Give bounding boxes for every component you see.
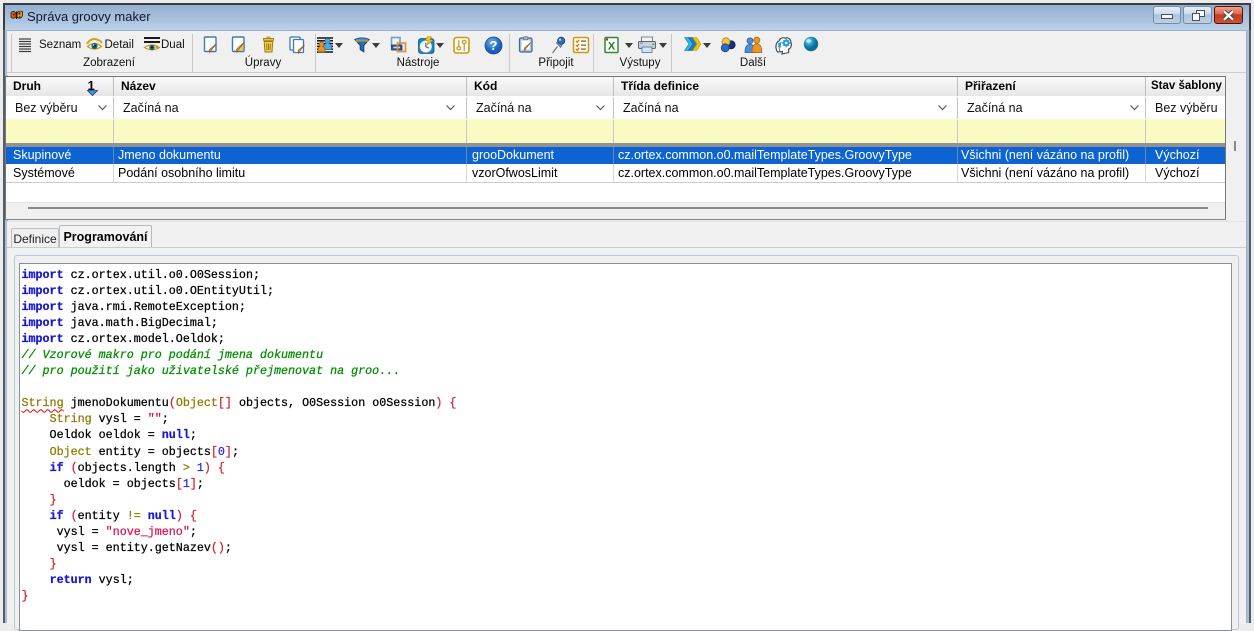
svg-text:X: X (608, 41, 616, 53)
svg-text:?: ? (490, 38, 498, 53)
